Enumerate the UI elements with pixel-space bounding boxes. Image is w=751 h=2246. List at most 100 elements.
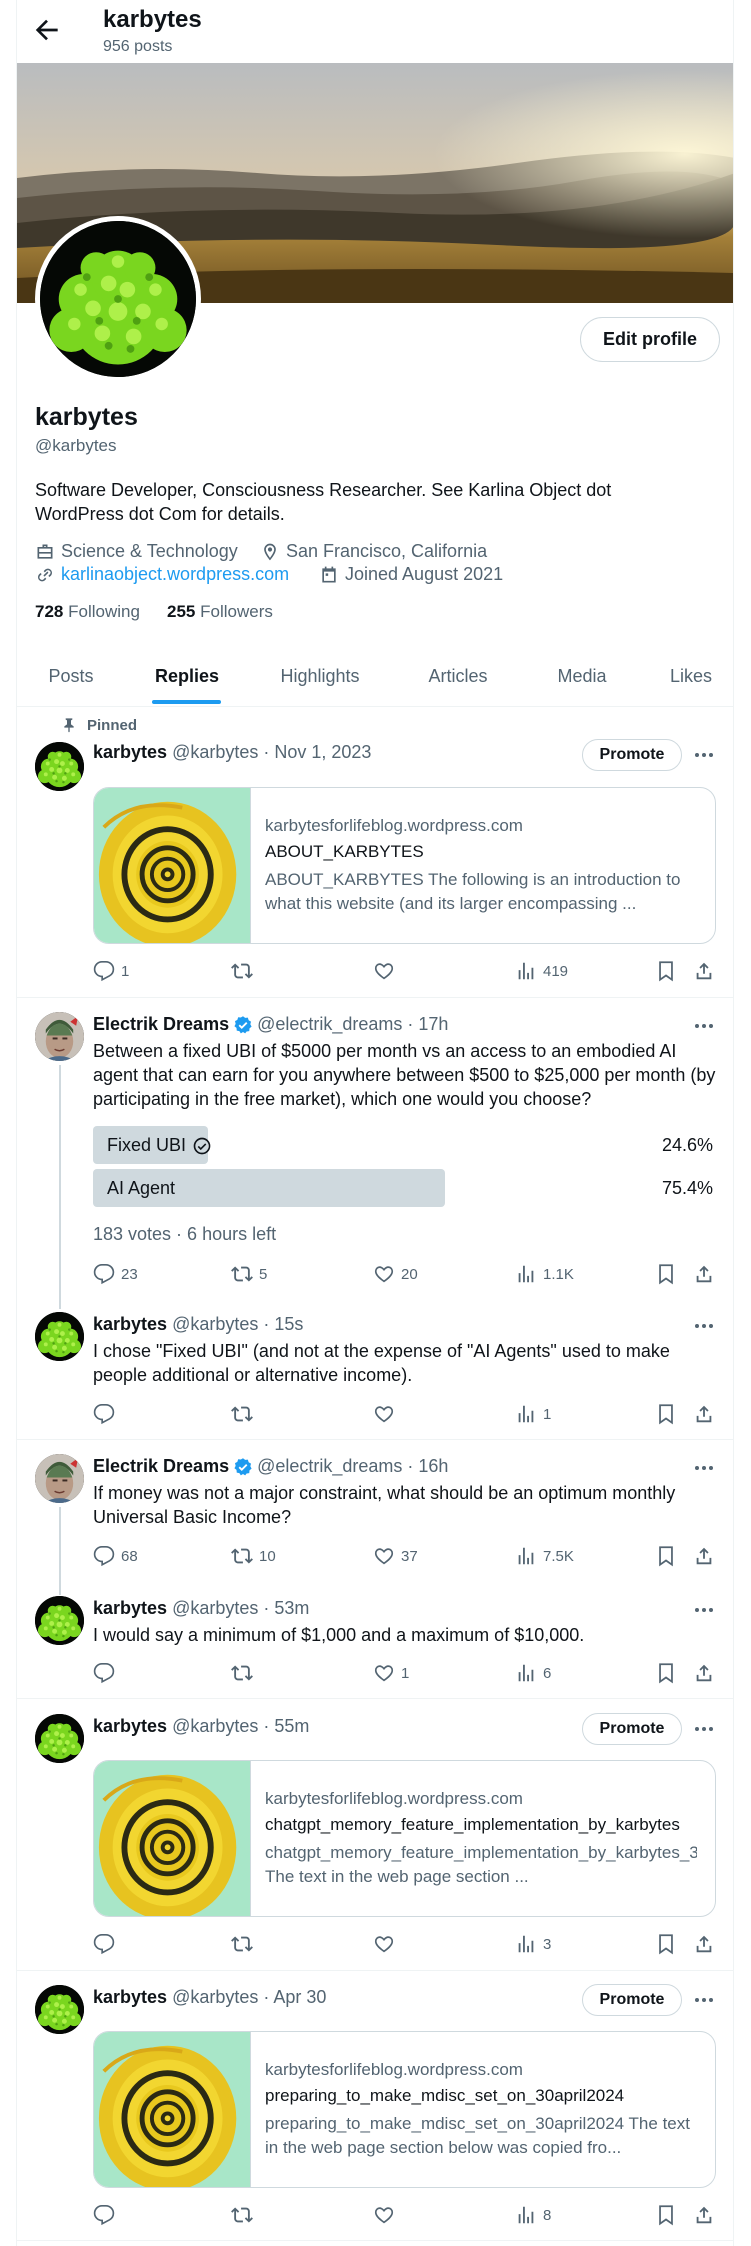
author-name[interactable]: karbytes (93, 742, 167, 762)
profile-handle: @karbytes (35, 436, 117, 455)
bookmark-action[interactable] (655, 1932, 677, 1956)
author-name[interactable]: Electrik Dreams (93, 1014, 229, 1035)
following-link[interactable]: 728 Following (35, 602, 140, 622)
repost-action[interactable] (231, 1402, 253, 1426)
reply-count: 1 (121, 962, 130, 980)
reply-icon (93, 1662, 115, 1684)
views-action[interactable]: 3 (515, 1932, 551, 1956)
views-action[interactable]: 419 (515, 959, 568, 983)
repost-action[interactable] (231, 2203, 253, 2227)
bookmark-action[interactable] (655, 1661, 677, 1685)
author-name[interactable]: karbytes (93, 1716, 167, 1736)
reply-action[interactable]: 23 (93, 1262, 138, 1286)
bookmark-action[interactable] (655, 1262, 677, 1286)
share-action[interactable] (693, 1544, 715, 1568)
author-meta: @karbytes · 15s (172, 1314, 304, 1334)
views-action[interactable]: 7.5K (515, 1544, 574, 1568)
avatar[interactable] (35, 1312, 84, 1361)
followers-link[interactable]: 255 Followers (167, 602, 273, 622)
pin-icon (64, 718, 74, 733)
tab-replies[interactable]: Replies (135, 645, 239, 707)
avatar[interactable] (35, 742, 84, 791)
back-arrow-icon[interactable] (31, 14, 63, 46)
website-link[interactable]: karlinaobject.wordpress.com (61, 564, 289, 585)
like-action[interactable] (373, 959, 395, 983)
share-action[interactable] (693, 1262, 715, 1286)
views-action[interactable]: 8 (515, 2203, 551, 2227)
promote-button[interactable]: Promote (582, 1984, 682, 2016)
bookmark-action[interactable] (655, 2203, 677, 2227)
views-action[interactable]: 6 (515, 1661, 551, 1685)
avatar[interactable] (35, 1012, 84, 1061)
post-text: If money was not a major constraint, wha… (93, 1483, 676, 1527)
repost-action[interactable] (231, 1661, 253, 1685)
like-action[interactable] (373, 1932, 395, 1956)
tab-articles[interactable]: Articles (403, 645, 513, 707)
reply-action[interactable] (93, 2203, 115, 2227)
like-icon (373, 2204, 395, 2226)
bookmark-icon (655, 2204, 677, 2226)
reply-action[interactable] (93, 1932, 115, 1956)
repost-action[interactable]: 10 (231, 1544, 276, 1568)
more-options-icon[interactable] (692, 1598, 716, 1622)
views-action[interactable]: 1 (515, 1402, 551, 1426)
like-action[interactable]: 37 (373, 1544, 418, 1568)
author-name[interactable]: karbytes (93, 1987, 167, 2007)
bookmark-action[interactable] (655, 1402, 677, 1426)
like-action[interactable]: 1 (373, 1661, 409, 1685)
share-action[interactable] (693, 1661, 715, 1685)
more-options-icon[interactable] (692, 1988, 716, 2012)
views-icon (515, 1662, 537, 1684)
views-action[interactable]: 1.1K (515, 1262, 574, 1286)
repost-action[interactable]: 5 (231, 1262, 267, 1286)
reply-action[interactable] (93, 1402, 115, 1426)
tab-posts[interactable]: Posts (17, 645, 125, 707)
tab-highlights[interactable]: Highlights (255, 645, 385, 707)
reply-action[interactable]: 68 (93, 1544, 138, 1568)
card-description: ABOUT_KARBYTES The following is an intro… (265, 870, 681, 913)
link-card[interactable]: karbytesforlifeblog.wordpress.com prepar… (93, 2031, 716, 2188)
views-icon (515, 1933, 537, 1955)
more-options-icon[interactable] (692, 1014, 716, 1038)
promote-button[interactable]: Promote (582, 1713, 682, 1745)
bookmark-action[interactable] (655, 1544, 677, 1568)
profile-avatar[interactable] (35, 216, 201, 382)
avatar[interactable] (35, 1596, 84, 1645)
category-text: Science & Technology (61, 541, 238, 561)
like-action[interactable]: 20 (373, 1262, 418, 1286)
more-options-icon[interactable] (692, 1456, 716, 1480)
link-card[interactable]: karbytesforlifeblog.wordpress.com chatgp… (93, 1760, 716, 1917)
bookmark-icon (655, 960, 677, 982)
share-action[interactable] (693, 959, 715, 983)
header-post-count: 956 posts (103, 38, 173, 55)
repost-action[interactable] (231, 959, 253, 983)
more-options-icon[interactable] (692, 1314, 716, 1338)
avatar[interactable] (35, 1985, 84, 2034)
author-name[interactable]: Electrik Dreams (93, 1456, 229, 1477)
share-action[interactable] (693, 1402, 715, 1426)
avatar[interactable] (35, 1714, 84, 1763)
views-count: 419 (543, 962, 569, 980)
like-icon (373, 1403, 395, 1425)
like-action[interactable] (373, 1402, 395, 1426)
active-tab-indicator (152, 700, 221, 704)
more-options-icon[interactable] (692, 1717, 716, 1741)
more-options-icon[interactable] (692, 743, 716, 767)
avatar[interactable] (35, 1454, 84, 1503)
promote-button[interactable]: Promote (582, 739, 682, 771)
repost-action[interactable] (231, 1932, 253, 1956)
tab-media[interactable]: Media (527, 645, 637, 707)
author-name[interactable]: karbytes (93, 1598, 167, 1618)
like-action[interactable] (373, 2203, 395, 2227)
tab-likes[interactable]: Likes (647, 645, 733, 707)
edit-profile-button[interactable]: Edit profile (580, 317, 720, 362)
reply-action[interactable]: 1 (93, 959, 129, 983)
reply-action[interactable] (93, 1661, 115, 1685)
profile-website[interactable]: karlinaobject.wordpress.com (35, 564, 289, 585)
link-card[interactable]: karbytesforlifeblog.wordpress.com ABOUT_… (93, 787, 716, 944)
bookmark-action[interactable] (655, 959, 677, 983)
views-icon (515, 1263, 537, 1285)
share-action[interactable] (693, 2203, 715, 2227)
share-action[interactable] (693, 1932, 715, 1956)
author-name[interactable]: karbytes (93, 1314, 167, 1334)
